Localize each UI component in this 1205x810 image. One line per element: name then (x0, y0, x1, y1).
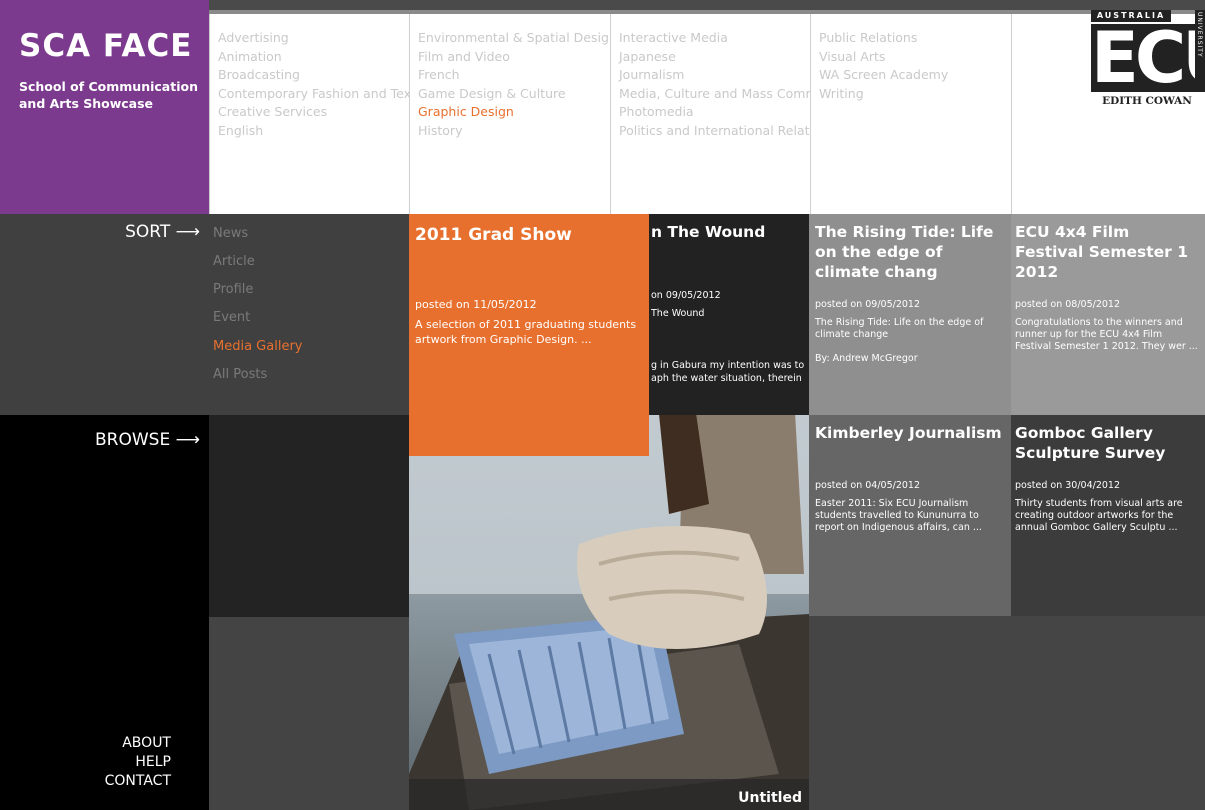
menu-item-advertising[interactable]: Advertising (218, 29, 410, 48)
menu-item-public-relations[interactable]: Public Relations (819, 29, 1011, 48)
menu-item-interactive-media[interactable]: Interactive Media (619, 29, 811, 48)
post-date: posted on 30/04/2012 (1015, 480, 1121, 491)
sort-item-article[interactable]: Article (213, 254, 255, 269)
discipline-menu-col-1: Advertising Animation Broadcasting Conte… (209, 14, 410, 214)
sort-item-all-posts[interactable]: All Posts (213, 367, 267, 382)
sort-label: SORT (125, 222, 171, 242)
contact-link[interactable]: CONTACT (0, 772, 171, 791)
sort-panel (0, 214, 409, 415)
menu-item-english[interactable]: English (218, 122, 410, 141)
discipline-menu-col-3: Interactive Media Japanese Journalism Me… (610, 14, 811, 214)
site-brand[interactable]: SCA FACE School of Communication and Art… (0, 0, 209, 214)
post-excerpt-continued: g in Gabura my intention was to aph the … (651, 360, 805, 384)
menu-item-journalism[interactable]: Journalism (619, 66, 811, 85)
discipline-menu-col-2: Environmental & Spatial Design Film and … (409, 14, 610, 214)
arrow-right-icon: ⟶ (175, 430, 200, 450)
post-title: Kimberley Journalism (815, 424, 1002, 442)
post-title: The Rising Tide: Life on the edge of cli… (815, 223, 994, 281)
post-tile-gomboc[interactable]: Gomboc Gallery Sculpture Survey posted o… (1011, 415, 1205, 616)
sort-item-profile[interactable]: Profile (213, 282, 253, 297)
post-excerpt: Easter 2011: Six ECU Journalism students… (815, 498, 982, 533)
ecu-logo[interactable]: AUSTRALIA ECU UNIVERSITY EDITH COWAN (1091, 10, 1205, 118)
menu-item-graphic-design[interactable]: Graphic Design (418, 103, 610, 122)
post-excerpt: The Wound (651, 308, 705, 319)
menu-item-environmental-spatial-design[interactable]: Environmental & Spatial Design (418, 29, 610, 48)
menu-item-visual-arts[interactable]: Visual Arts (819, 48, 1011, 67)
site-subtitle: School of Communication and Arts Showcas… (19, 79, 198, 111)
logo-wordmark: EDITH COWAN (1102, 95, 1192, 107)
menu-item-wa-screen-academy[interactable]: WA Screen Academy (819, 66, 1011, 85)
post-tile-kimberley[interactable]: Kimberley Journalism posted on 04/05/201… (809, 415, 1011, 616)
menu-item-photomedia[interactable]: Photomedia (619, 103, 811, 122)
post-title: Gomboc Gallery Sculpture Survey (1015, 424, 1166, 462)
post-date: posted on 09/05/2012 (815, 299, 921, 310)
post-date: posted on 11/05/2012 (415, 298, 537, 311)
browse-heading[interactable]: BROWSE ⟶ (0, 430, 200, 450)
post-date: posted on 04/05/2012 (815, 480, 921, 491)
menu-item-writing[interactable]: Writing (819, 85, 1011, 104)
about-link[interactable]: ABOUT (0, 734, 171, 753)
menu-item-japanese[interactable]: Japanese (619, 48, 811, 67)
sort-item-media-gallery[interactable]: Media Gallery (213, 339, 302, 354)
menu-item-history[interactable]: History (418, 122, 610, 141)
menu-item-creative-services[interactable]: Creative Services (218, 103, 410, 122)
photo-caption: Untitled (738, 790, 802, 806)
empty-tile (809, 616, 1205, 810)
menu-item-film-and-video[interactable]: Film and Video (418, 48, 610, 67)
discipline-menu-col-4: Public Relations Visual Arts WA Screen A… (810, 14, 1011, 214)
menu-item-politics[interactable]: Politics and International Relati (619, 122, 811, 141)
menu-item-broadcasting[interactable]: Broadcasting (218, 66, 410, 85)
arrow-right-icon: ⟶ (175, 222, 200, 242)
browse-tile-empty (209, 415, 409, 617)
post-title: n The Wound (651, 223, 766, 241)
post-excerpt: The Rising Tide: Life on the edge of cli… (815, 317, 984, 340)
logo-side-text: UNIVERSITY (1196, 12, 1203, 58)
sort-item-event[interactable]: Event (213, 310, 250, 325)
menu-item-contemporary-fashion[interactable]: Contemporary Fashion and Tex (218, 85, 410, 104)
post-date: posted on 08/05/2012 (1015, 299, 1121, 310)
post-tile-grad-show[interactable]: 2011 Grad Show posted on 11/05/2012 A se… (409, 214, 649, 456)
sort-heading: SORT ⟶ (0, 222, 200, 242)
logo-mark: ECU (1091, 23, 1205, 93)
help-link[interactable]: HELP (0, 753, 171, 772)
menu-item-game-design[interactable]: Game Design & Culture (418, 85, 610, 104)
post-tile-ecu-film-festival[interactable]: ECU 4x4 Film Festival Semester 1 2012 po… (1011, 214, 1205, 415)
browse-tile-empty (209, 617, 409, 810)
post-excerpt: Thirty students from visual arts are cre… (1015, 498, 1183, 533)
site-title: SCA FACE (19, 28, 193, 64)
post-tile-wound[interactable]: n The Wound on 09/05/2012 The Wound g in… (649, 214, 809, 415)
post-date: on 09/05/2012 (651, 290, 721, 301)
post-author: By: Andrew McGregor (815, 353, 918, 364)
menu-item-media-culture[interactable]: Media, Culture and Mass Comm (619, 85, 811, 104)
post-tile-rising-tide[interactable]: The Rising Tide: Life on the edge of cli… (809, 214, 1011, 415)
sort-item-news[interactable]: News (213, 226, 248, 241)
menu-item-animation[interactable]: Animation (218, 48, 410, 67)
logo-side-bar: UNIVERSITY (1195, 10, 1205, 92)
post-title: 2011 Grad Show (415, 225, 572, 245)
post-excerpt: A selection of 2011 graduating students … (415, 318, 637, 346)
browse-label: BROWSE (95, 430, 171, 450)
post-excerpt: Congratulations to the winners and runne… (1015, 317, 1198, 352)
menu-item-french[interactable]: French (418, 66, 610, 85)
post-title: ECU 4x4 Film Festival Semester 1 2012 (1015, 223, 1189, 281)
